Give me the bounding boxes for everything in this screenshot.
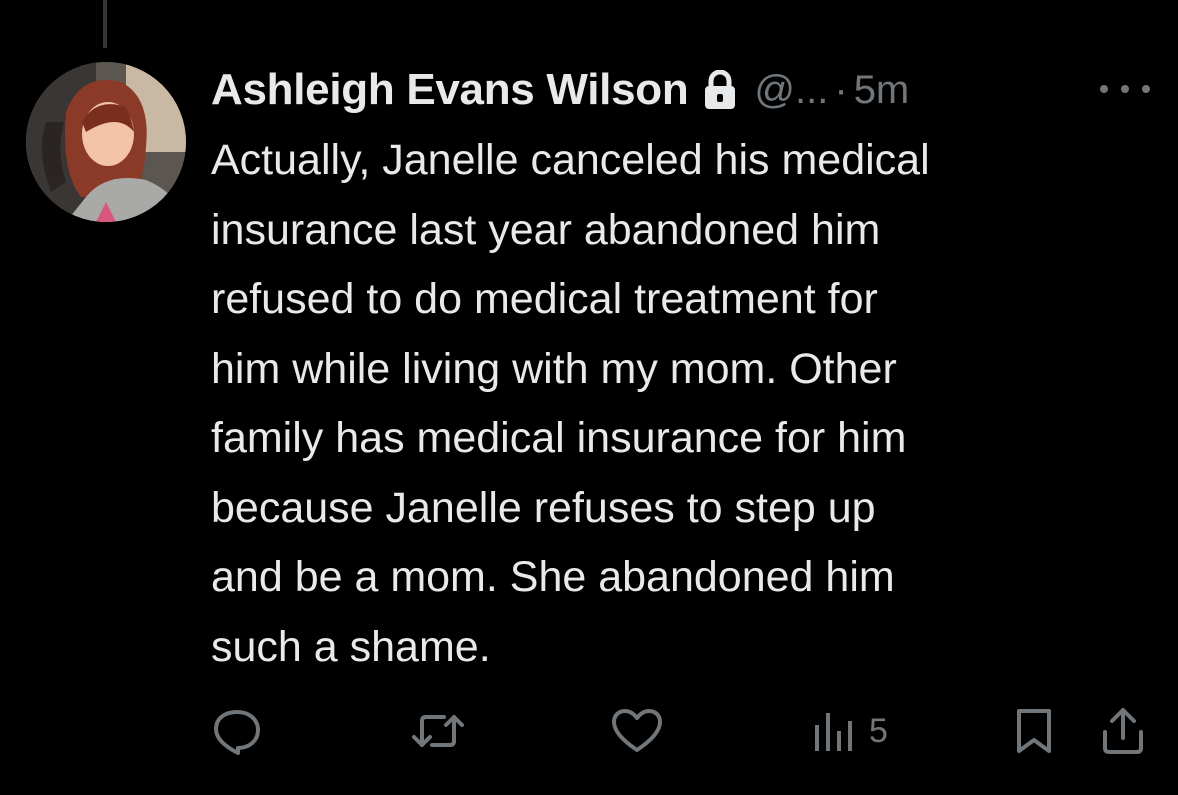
more-options-icon[interactable] bbox=[1100, 74, 1150, 104]
bookmark-icon bbox=[1017, 709, 1051, 753]
tweet-text-line: because Janelle refuses to step up bbox=[211, 483, 876, 532]
more-dot bbox=[1100, 85, 1108, 93]
tweet-text-line: family has medical insurance for him bbox=[211, 414, 907, 462]
reply-button[interactable] bbox=[212, 706, 262, 756]
retweet-button[interactable] bbox=[410, 706, 466, 756]
author-display-name[interactable]: Ashleigh Evans Wilson bbox=[211, 65, 689, 115]
author-handle[interactable]: @... bbox=[754, 68, 828, 113]
tweet-text-line: insurance last year abandoned him bbox=[211, 205, 881, 254]
tweet-text-line: refused to do medical treatment for bbox=[211, 275, 878, 323]
more-dot bbox=[1142, 85, 1150, 93]
share-icon bbox=[1103, 708, 1143, 754]
views-button[interactable]: 5 bbox=[813, 706, 888, 756]
tweet-text-line: such a shame. bbox=[211, 622, 491, 671]
tweet-text-line: him while living with my mom. Other bbox=[211, 344, 897, 393]
tweet-text: Actually, Janelle canceled his medical i… bbox=[211, 126, 1141, 682]
lock-icon bbox=[702, 70, 738, 110]
views-count: 5 bbox=[869, 711, 888, 750]
tweet-timestamp[interactable]: 5m bbox=[854, 68, 910, 113]
bookmark-button[interactable] bbox=[1013, 706, 1055, 756]
retweet-icon bbox=[412, 715, 464, 747]
tweet-text-line: Actually, Janelle canceled his medical bbox=[211, 136, 930, 184]
heart-icon bbox=[612, 709, 662, 752]
reply-icon bbox=[214, 710, 260, 755]
like-button[interactable] bbox=[610, 706, 664, 756]
views-icon bbox=[815, 713, 852, 751]
thread-connector-line bbox=[103, 0, 107, 48]
avatar[interactable] bbox=[26, 62, 186, 222]
share-button[interactable] bbox=[1100, 706, 1146, 756]
separator-dot: · bbox=[834, 67, 848, 112]
tweet-header: Ashleigh Evans Wilson @... · 5m bbox=[211, 60, 909, 120]
tweet-text-line: and be a mom. She abandoned him bbox=[211, 553, 895, 601]
more-dot bbox=[1121, 85, 1129, 93]
avatar-photo bbox=[26, 62, 186, 222]
